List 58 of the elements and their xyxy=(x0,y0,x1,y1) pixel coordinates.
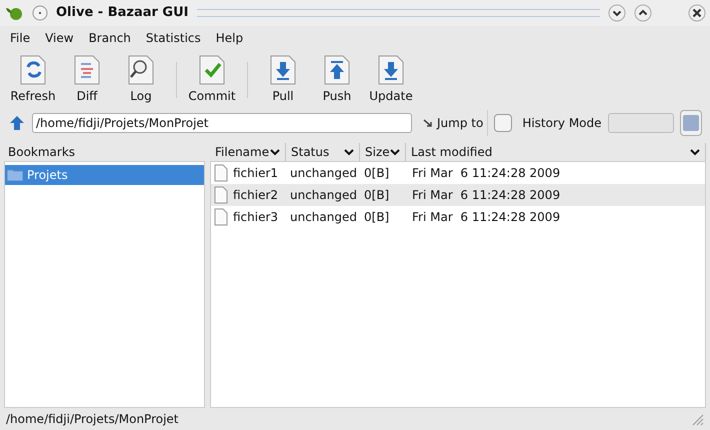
history-mode-checkbox[interactable] xyxy=(494,114,512,132)
date-cell-text: Fri Mar 6 11:24:28 2009 xyxy=(411,165,562,182)
toolbar-button[interactable]: Diff xyxy=(63,55,111,105)
refresh-document-icon xyxy=(19,55,47,85)
close-button[interactable] xyxy=(688,4,706,22)
chevron-down-icon xyxy=(344,148,354,156)
toolbar-button[interactable]: Update xyxy=(367,55,415,105)
toolbar-button[interactable]: Refresh xyxy=(9,55,57,105)
path-field[interactable]: /home/fidji/Projets/MonProjet xyxy=(32,113,412,133)
menu-item[interactable]: View xyxy=(45,29,74,47)
diff-document-icon xyxy=(73,55,101,85)
filename: fichier1 xyxy=(233,165,278,182)
resize-grip-icon[interactable] xyxy=(690,412,704,426)
bookmarks-header: Bookmarks xyxy=(7,144,76,161)
magnifier-document-icon xyxy=(127,55,155,85)
size-cell-text: 0[B] xyxy=(363,187,390,204)
file-icon xyxy=(214,186,228,204)
filename: fichier2 xyxy=(233,187,278,204)
pin-button[interactable] xyxy=(32,5,48,21)
toolbar-button[interactable]: Push xyxy=(313,55,361,105)
toolbar-button[interactable]: Log xyxy=(117,55,165,105)
menu-item[interactable]: Help xyxy=(216,29,244,47)
file-icon xyxy=(214,208,228,226)
down-arrow-document-icon xyxy=(269,55,297,85)
maximize-button[interactable] xyxy=(634,4,652,22)
menu-item[interactable]: File xyxy=(10,29,30,47)
checkmark-document-icon xyxy=(198,55,226,85)
up-arrow-document-icon xyxy=(323,55,351,85)
jump-arrow-icon xyxy=(422,117,434,129)
bookmark-item[interactable]: Projets xyxy=(5,165,204,185)
up-arrow-icon[interactable] xyxy=(8,114,26,132)
toolbar-button[interactable]: Pull xyxy=(259,55,307,105)
chevron-down-icon xyxy=(390,148,400,156)
date-cell-text: Fri Mar 6 11:24:28 2009 xyxy=(411,209,562,226)
folder-icon xyxy=(7,169,23,181)
file-icon xyxy=(214,164,228,182)
status-cell-text: unchanged xyxy=(289,165,358,182)
history-mode-label: History Mode xyxy=(522,115,602,132)
jump-to-button[interactable]: Jump to xyxy=(422,110,488,136)
size-cell-text: 0[B] xyxy=(363,209,390,226)
minimize-button[interactable] xyxy=(608,4,626,22)
window-title: Olive - Bazaar GUI xyxy=(56,4,188,22)
status-cell-text: unchanged xyxy=(289,209,358,226)
menu-item[interactable]: Branch xyxy=(88,29,131,47)
menu-item[interactable]: Statistics xyxy=(146,29,201,47)
size-cell-text: 0[B] xyxy=(363,165,390,182)
down-arrow-document-icon xyxy=(377,55,405,85)
toolbar-button[interactable]: Commit xyxy=(188,55,236,105)
history-field[interactable] xyxy=(608,113,674,133)
status-bar-text: /home/fidji/Projets/MonProjet xyxy=(6,411,179,428)
chevron-down-icon xyxy=(690,148,700,156)
date-cell-text: Fri Mar 6 11:24:28 2009 xyxy=(411,187,562,204)
file-row[interactable]: fichier2 unchanged 0[B] Fri Mar 6 11:24:28 2009 xyxy=(211,184,705,206)
olive-icon xyxy=(4,5,24,21)
status-cell-text: unchanged xyxy=(289,187,358,204)
chevron-down-icon xyxy=(270,148,280,156)
filename: fichier3 xyxy=(233,209,278,226)
calendar-button[interactable] xyxy=(680,110,702,136)
